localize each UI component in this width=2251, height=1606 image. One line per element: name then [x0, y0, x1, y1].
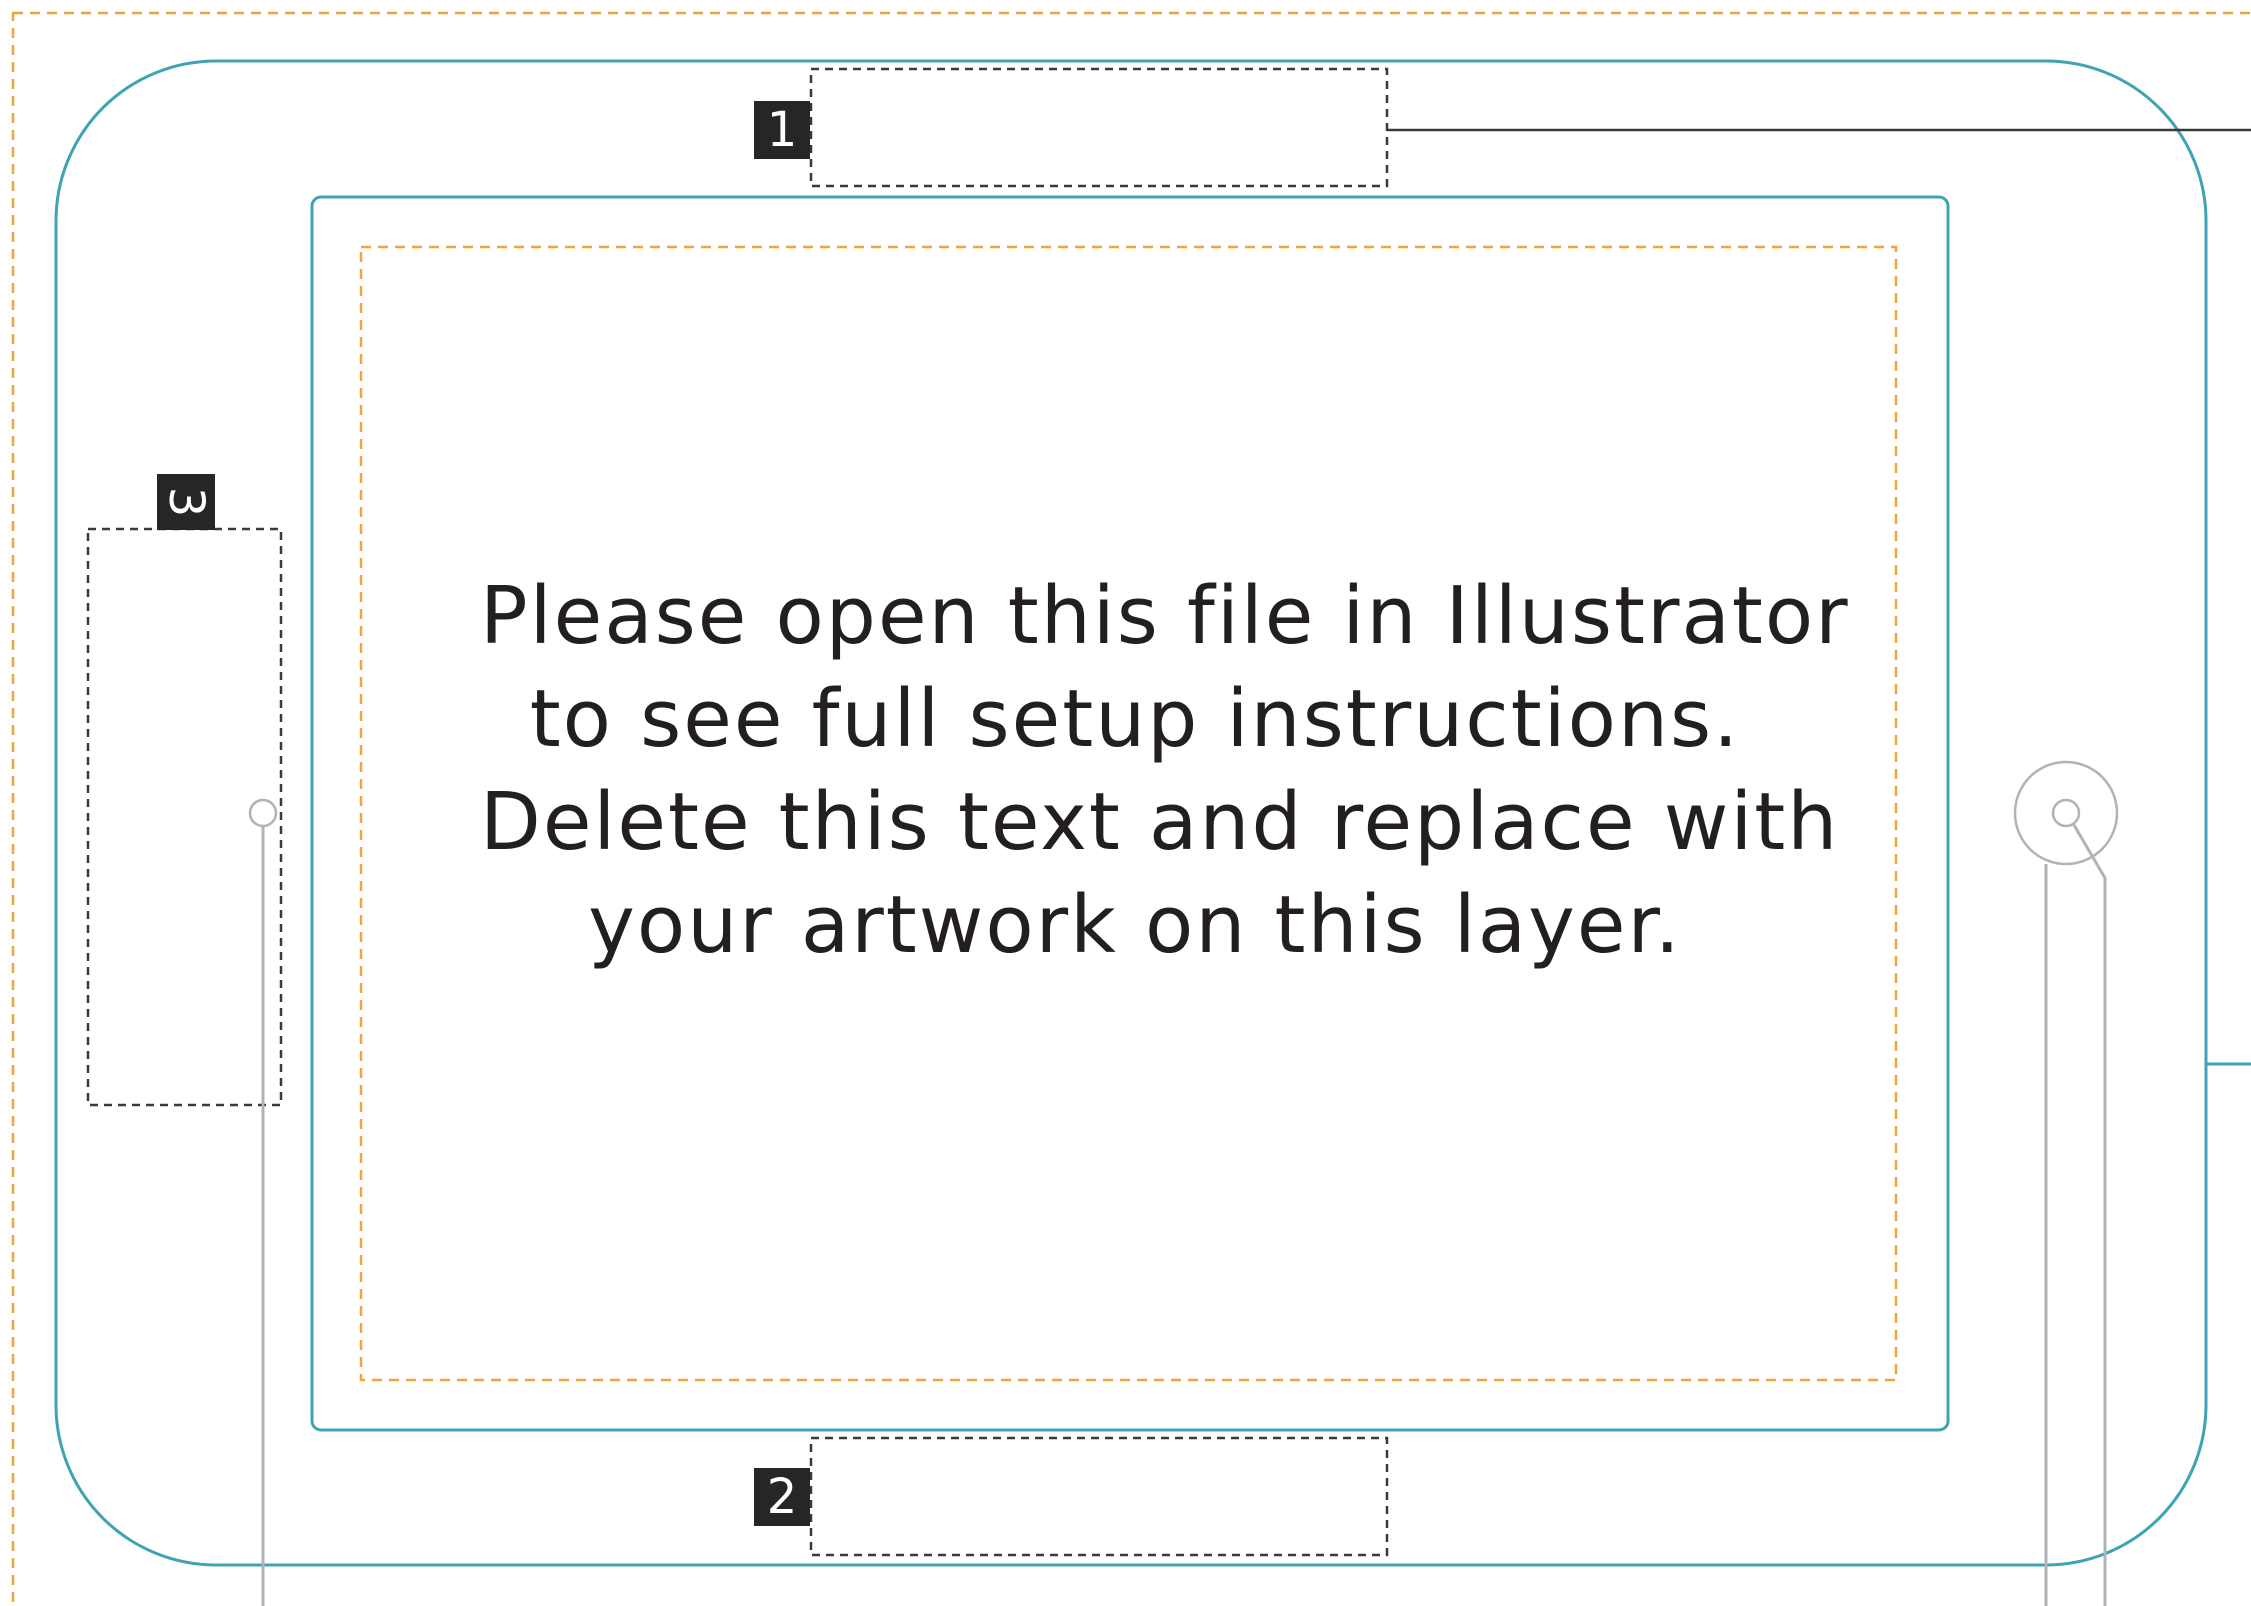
- home-button-leader-right: [2072, 824, 2107, 1606]
- instructions-line-4: your artwork on this layer.: [588, 879, 1682, 971]
- home-button-inner: [2051, 798, 2081, 828]
- instructions-line-2: to see full setup instructions.: [529, 673, 1741, 765]
- marker-2-badge: 2: [754, 1468, 810, 1526]
- marker-3-badge: 3: [157, 474, 215, 530]
- marker-1-badge: 1: [754, 101, 810, 159]
- placeholder-instructions: Please open this file in Illustrator to …: [480, 565, 1850, 977]
- top-placement-box: [809, 67, 1389, 188]
- left-sensor-dot: [248, 798, 278, 828]
- bottom-placement-box: [809, 1436, 1389, 1557]
- instructions-line-1: Please open this file in Illustrator: [480, 570, 1850, 662]
- instructions-line-3: Delete this text and replace with: [480, 776, 1840, 868]
